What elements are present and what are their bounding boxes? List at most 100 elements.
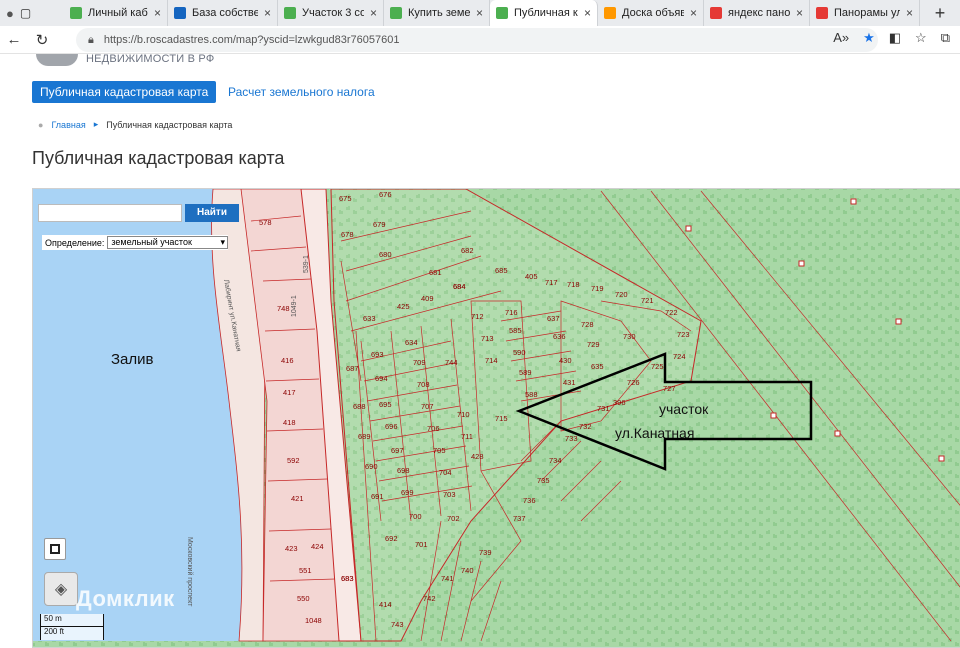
tab-close-icon[interactable]: × bbox=[154, 6, 161, 20]
parcel-label[interactable]: 725 bbox=[651, 362, 664, 371]
address-bar[interactable]: 🔒︎ https://b.roscadastres.com/map?yscid=… bbox=[76, 28, 878, 52]
parcel-label[interactable]: 678 bbox=[341, 230, 354, 239]
collections-icon[interactable]: ⧉ bbox=[941, 30, 950, 46]
parcel-label[interactable]: 693 bbox=[371, 350, 384, 359]
parcel-label[interactable]: 635 bbox=[591, 362, 604, 371]
parcel-label[interactable]: 417 bbox=[283, 388, 296, 397]
parcel-label[interactable]: 414 bbox=[379, 600, 392, 609]
cadastral-map-button[interactable]: Публичная кадастровая карта bbox=[32, 81, 217, 103]
definition-select[interactable]: земельный участок bbox=[107, 236, 228, 249]
parcel-label[interactable]: 705 bbox=[433, 446, 446, 455]
fullscreen-button[interactable] bbox=[44, 538, 66, 560]
browser-tab[interactable]: Доска объявле × bbox=[598, 0, 704, 26]
parcel-label[interactable]: 585 bbox=[509, 326, 522, 335]
parcel-label[interactable]: 730 bbox=[623, 332, 636, 341]
parcel-label[interactable]: 592 bbox=[287, 456, 300, 465]
parcel-label[interactable]: 715 bbox=[495, 414, 508, 423]
parcel-label[interactable]: 708 bbox=[417, 380, 430, 389]
parcel-label[interactable]: 724 bbox=[673, 352, 686, 361]
parcel-label[interactable]: 589 bbox=[519, 368, 532, 377]
parcel-label[interactable]: 637 bbox=[547, 314, 560, 323]
parcel-label[interactable]: 723 bbox=[677, 330, 690, 339]
favorites-icon[interactable]: ☆ bbox=[915, 30, 927, 46]
map-canvas[interactable]: 578 675 676 678 679 680 681 682 683 684 685 405 717 7… bbox=[33, 189, 960, 648]
profile-icon[interactable]: ● bbox=[6, 6, 14, 21]
favorite-star-icon[interactable]: ★ bbox=[863, 30, 875, 46]
parcel-label[interactable]: 590 bbox=[513, 348, 526, 357]
cadastral-map[interactable]: 578 675 676 678 679 680 681 682 683 684 685 405 717 7… bbox=[32, 188, 960, 648]
parcel-label[interactable]: 727 bbox=[663, 384, 676, 393]
parcel-label[interactable]: 425 bbox=[397, 302, 410, 311]
parcel-label[interactable]: 709 bbox=[413, 358, 426, 367]
parcel-label[interactable]: 396 bbox=[613, 398, 626, 407]
parcel-label[interactable]: 698 bbox=[397, 466, 410, 475]
browser-tab[interactable]: яндекс панора × bbox=[704, 0, 810, 26]
parcel-label[interactable]: 721 bbox=[641, 296, 654, 305]
parcel-label[interactable]: 680 bbox=[379, 250, 392, 259]
parcel-label[interactable]: 691 bbox=[371, 492, 384, 501]
parcel-label[interactable]: 734 bbox=[549, 456, 562, 465]
parcel-label[interactable]: 633 bbox=[363, 314, 376, 323]
tab-close-icon[interactable]: × bbox=[906, 6, 913, 20]
site-logo[interactable] bbox=[36, 54, 78, 66]
tab-close-icon[interactable]: × bbox=[476, 6, 483, 20]
parcel-label[interactable]: 716 bbox=[505, 308, 518, 317]
parcel-label[interactable]: 692 bbox=[385, 534, 398, 543]
parcel-label[interactable]: 717 bbox=[545, 278, 558, 287]
parcel-label[interactable]: 740 bbox=[461, 566, 474, 575]
parcel-label[interactable]: 707 bbox=[421, 402, 434, 411]
parcel-label[interactable]: 713 bbox=[481, 334, 494, 343]
parcel-label[interactable]: 689 bbox=[358, 432, 371, 441]
parcel-label[interactable]: 736 bbox=[523, 496, 536, 505]
parcel-label[interactable]: 718 bbox=[567, 280, 580, 289]
split-screen-icon[interactable]: ◧ bbox=[889, 30, 901, 46]
browser-tab[interactable]: Участок 3 сот. × bbox=[278, 0, 384, 26]
browser-tab[interactable]: Купить земель × bbox=[384, 0, 490, 26]
parcel-label[interactable]: 735 bbox=[537, 476, 550, 485]
parcel-label[interactable]: 694 bbox=[375, 374, 388, 383]
browser-tab[interactable]: Панорамы ули × bbox=[810, 0, 920, 26]
parcel-label[interactable]: 739 bbox=[479, 548, 492, 557]
browser-tab[interactable]: Личный кабин × bbox=[64, 0, 168, 26]
parcel-label[interactable]: 428 bbox=[471, 452, 484, 461]
parcel-label[interactable]: 699 bbox=[401, 488, 414, 497]
parcel-label[interactable]: 729 bbox=[587, 340, 600, 349]
parcel-label[interactable]: 588 bbox=[525, 390, 538, 399]
parcel-label[interactable]: 710 bbox=[457, 410, 470, 419]
workspaces-icon[interactable]: ▢ bbox=[20, 6, 31, 20]
parcel-label[interactable]: 700 bbox=[409, 512, 422, 521]
parcel-label[interactable]: 676 bbox=[379, 190, 392, 199]
parcel-label[interactable]: 714 bbox=[485, 356, 498, 365]
tab-close-icon[interactable]: × bbox=[584, 6, 591, 20]
browser-tab[interactable]: База собствен × bbox=[168, 0, 278, 26]
parcel-label[interactable]: 405 bbox=[525, 272, 538, 281]
tab-close-icon[interactable]: × bbox=[370, 6, 377, 20]
parcel-label[interactable]: 431 bbox=[563, 378, 576, 387]
tab-close-icon[interactable]: × bbox=[264, 6, 271, 20]
new-tab-button[interactable]: + bbox=[920, 3, 960, 24]
land-tax-link[interactable]: Расчет земельного налога bbox=[228, 85, 375, 99]
parcel-label[interactable]: 703 bbox=[443, 490, 456, 499]
parcel-label[interactable]: 681 bbox=[429, 268, 442, 277]
parcel-label[interactable]: 697 bbox=[391, 446, 404, 455]
parcel-label[interactable]: 430 bbox=[559, 356, 572, 365]
parcel-label[interactable]: 683 bbox=[341, 574, 354, 583]
parcel-label[interactable]: 696 bbox=[385, 422, 398, 431]
parcel-label[interactable]: 719 bbox=[591, 284, 604, 293]
parcel-label[interactable]: 722 bbox=[665, 308, 678, 317]
parcel-label[interactable]: 551 bbox=[299, 566, 312, 575]
map-search-button[interactable]: Найти bbox=[185, 204, 239, 222]
parcel-label[interactable]: 416 bbox=[281, 356, 294, 365]
parcel-label[interactable]: 634 bbox=[405, 338, 418, 347]
parcel-label[interactable]: 702 bbox=[447, 514, 460, 523]
parcel-label[interactable]: 578 bbox=[259, 218, 272, 227]
parcel-label[interactable]: 742 bbox=[423, 594, 436, 603]
parcel-label[interactable]: 550 bbox=[297, 594, 310, 603]
parcel-label[interactable]: 731 bbox=[597, 404, 610, 413]
parcel-label[interactable]: 748 bbox=[277, 304, 290, 313]
parcel-label[interactable]: 737 bbox=[513, 514, 526, 523]
parcel-label[interactable]: 423 bbox=[285, 544, 298, 553]
tab-close-icon[interactable]: × bbox=[796, 6, 803, 20]
breadcrumb-home[interactable]: Главная bbox=[51, 120, 85, 130]
parcel-label[interactable]: 421 bbox=[291, 494, 304, 503]
